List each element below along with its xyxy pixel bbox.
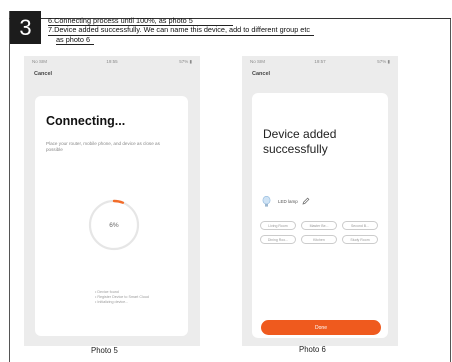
connecting-title: Connecting... xyxy=(46,114,126,128)
connection-step: • Initializing device... xyxy=(95,300,129,304)
room-chip[interactable]: Study Room xyxy=(342,235,378,244)
edit-pencil-icon[interactable] xyxy=(302,197,310,205)
connecting-description: Place your router, mobile phone, and dev… xyxy=(46,141,160,152)
step-number: 3 xyxy=(10,11,41,44)
page-border-right xyxy=(450,18,451,362)
connecting-card: Connecting... Place your router, mobile … xyxy=(35,96,188,336)
done-button[interactable]: Done xyxy=(261,320,381,335)
progress-percent: 6% xyxy=(109,221,119,229)
clock-label: 19:57 xyxy=(314,59,326,64)
room-chip[interactable]: Living Room xyxy=(260,221,296,230)
status-bar: No SIM 19:57 57% ▮ xyxy=(242,59,398,67)
room-chip[interactable]: Dining Roo... xyxy=(260,235,296,244)
lightbulb-icon xyxy=(262,196,271,207)
photo-6-caption: Photo 6 xyxy=(299,345,326,354)
device-name: LED lamp xyxy=(278,199,298,204)
room-chip[interactable]: Master Be... xyxy=(301,221,337,230)
instruction-line-3: as photo 6 xyxy=(56,35,95,46)
cancel-button[interactable]: Cancel xyxy=(34,71,52,77)
page-border-left xyxy=(9,11,10,362)
room-chip[interactable]: Kitchen xyxy=(301,235,337,244)
battery-label: 57% ▮ xyxy=(179,59,192,64)
status-bar: No SIM 19:55 57% ▮ xyxy=(24,59,200,67)
clock-label: 19:55 xyxy=(106,59,118,64)
room-chip[interactable]: Second B... xyxy=(342,221,378,230)
photo-5-caption: Photo 5 xyxy=(91,346,118,355)
photo-6-screen: No SIM 19:57 57% ▮ Cancel Device added su… xyxy=(242,56,398,346)
step-instructions: 6.Connecting process until 100%, as phot… xyxy=(48,16,315,46)
device-added-title: Device added successfully xyxy=(263,127,337,156)
connection-steps: • Device found • Register Device to Smar… xyxy=(95,290,149,305)
battery-label: 57% ▮ xyxy=(377,59,390,64)
photo-5-screen: No SIM 19:55 57% ▮ Cancel Connecting... … xyxy=(24,56,200,346)
device-added-card: Device added successfully LED lamp Living… xyxy=(252,93,388,338)
cancel-button[interactable]: Cancel xyxy=(252,71,270,77)
